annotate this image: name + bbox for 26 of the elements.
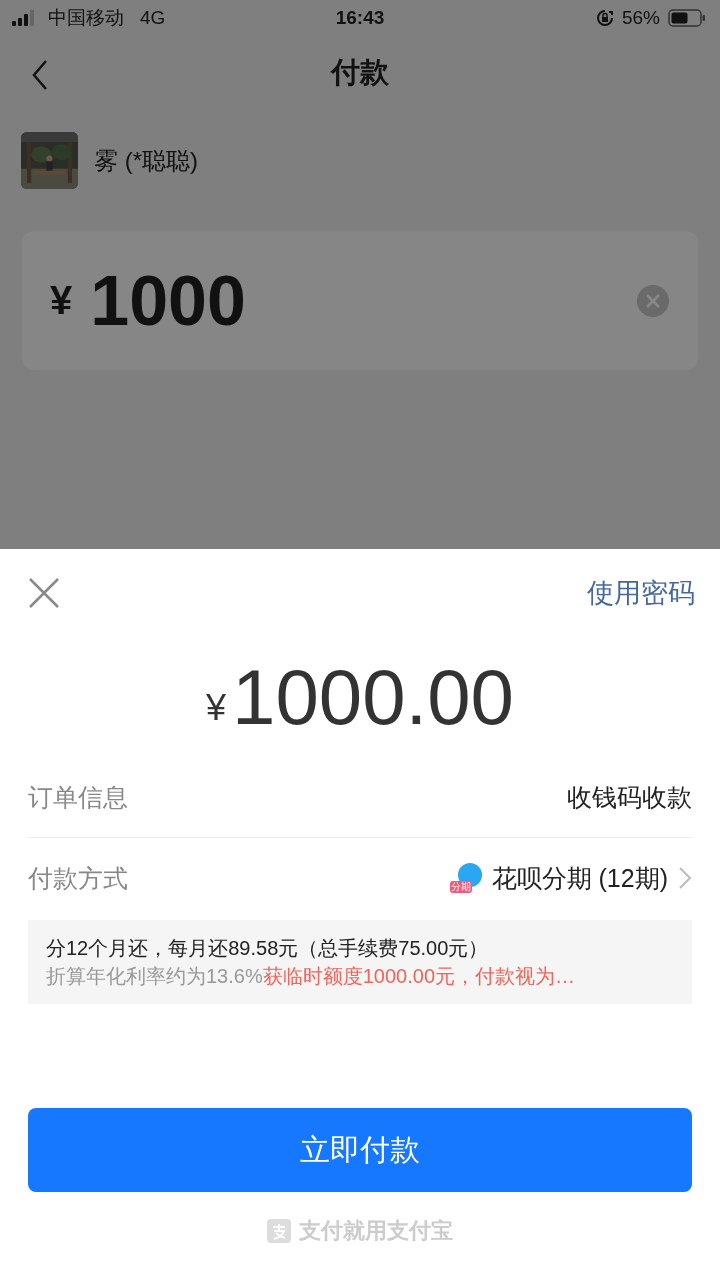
- installment-plan-text: 分12个月还，每月还89.58元（总手续费75.00元）: [46, 936, 490, 961]
- use-password-link[interactable]: 使用密码: [587, 575, 695, 611]
- promo-text: 获临时额度1000.00元，付款视为…: [262, 965, 575, 987]
- network-type: 4G: [140, 7, 166, 29]
- row-value: 收钱码收款: [567, 781, 692, 813]
- amount-value: 1000: [90, 260, 246, 341]
- battery-icon: [668, 9, 706, 27]
- currency-symbol: ¥: [50, 278, 73, 323]
- battery-percent: 56%: [621, 7, 660, 29]
- row-label: 付款方式: [28, 862, 128, 894]
- status-time: 16:43: [335, 7, 385, 29]
- currency-symbol: ¥: [206, 687, 227, 729]
- logo-icon: [267, 1219, 291, 1243]
- close-button[interactable]: [28, 577, 60, 609]
- payment-amount: 1000.00: [232, 651, 514, 743]
- amount-field[interactable]: ¥ 1000: [22, 231, 698, 370]
- payment-method-selector[interactable]: 分期 花呗分期 (12期): [449, 861, 692, 895]
- back-button[interactable]: [30, 58, 50, 92]
- pay-now-button[interactable]: 立即付款: [28, 1108, 692, 1192]
- chevron-right-icon: [678, 866, 692, 890]
- payee-name: 雾 (*聪聪): [94, 145, 198, 176]
- row-label: 订单信息: [28, 781, 128, 813]
- carrier-name: 中国移动: [48, 6, 124, 30]
- rotation-lock-icon: [595, 9, 614, 27]
- interest-rate-text: 折算年化利率约为13.6%: [46, 965, 263, 987]
- page-title: 付款: [331, 55, 389, 90]
